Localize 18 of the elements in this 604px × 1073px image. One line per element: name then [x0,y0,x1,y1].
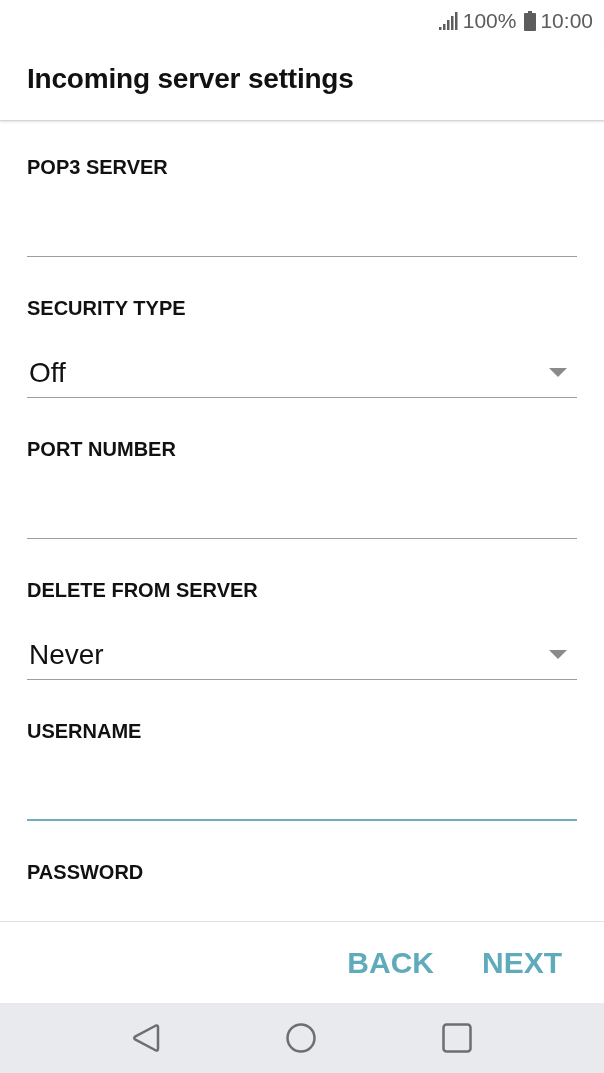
dropdown-field[interactable]: Never [27,630,577,680]
signal-icon [438,12,459,30]
dropdown-field[interactable]: Off [27,348,577,398]
battery-icon [524,11,537,31]
nav-back-icon[interactable] [132,1023,160,1053]
field-label: PASSWORD [27,860,145,884]
nav-home-icon[interactable] [286,1023,316,1053]
field-label: USERNAME [27,719,143,743]
field-label: SECURITY TYPE [27,296,187,320]
field-label: POP3 SERVER [27,155,169,179]
nav-recents-icon[interactable] [442,1023,472,1053]
clock-time: 10:00 [540,9,593,33]
field-label: PORT NUMBER [27,437,177,461]
dropdown-caret-icon [549,368,567,377]
battery-percentage: 100% [462,9,517,33]
screen-title: Incoming server settings [27,62,354,96]
dropdown-caret-icon [549,650,567,659]
field-label: DELETE FROM SERVER [27,578,259,602]
